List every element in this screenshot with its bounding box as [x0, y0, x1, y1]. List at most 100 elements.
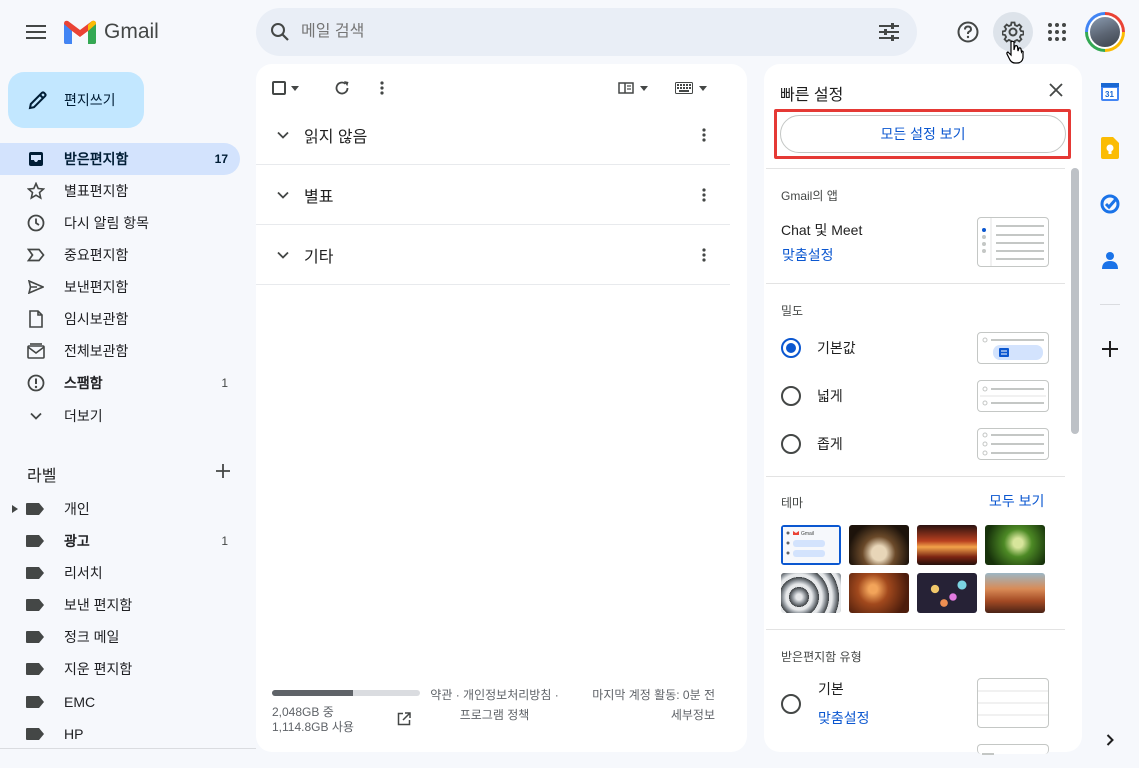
divider	[0, 748, 256, 749]
section-more-icon[interactable]	[696, 187, 712, 202]
radio-unselected-icon[interactable]	[781, 694, 801, 714]
nav-item-starred[interactable]: 별표편지함	[0, 175, 240, 207]
search-input[interactable]	[301, 23, 877, 41]
show-side-panel-button[interactable]	[1099, 729, 1121, 751]
section-title: 읽지 않음	[304, 128, 368, 146]
help-button[interactable]	[948, 12, 988, 52]
refresh-button[interactable]	[332, 78, 352, 98]
label-item[interactable]: HP	[0, 718, 240, 750]
theme-bubbles-thumbnail[interactable]	[917, 573, 977, 613]
nav-item-snoozed[interactable]: 다시 알림 항목	[0, 207, 240, 239]
nav-label: 전체보관함	[64, 343, 129, 359]
density-option-default[interactable]: 기본값	[781, 336, 856, 360]
label-item[interactable]: EMC	[0, 686, 240, 718]
scrollbar-thumb[interactable]	[1071, 168, 1079, 434]
label-item[interactable]: 지운 편지함	[0, 653, 240, 685]
search-bar[interactable]	[256, 8, 917, 56]
nav-item-sent[interactable]: 보낸편지함	[0, 271, 240, 303]
add-label-button[interactable]	[212, 460, 234, 482]
density-label: 기본값	[817, 340, 856, 356]
inbox-type-radio[interactable]	[781, 694, 801, 714]
density-option-comfortable[interactable]: 넓게	[781, 384, 843, 408]
label-tag-icon	[26, 727, 44, 741]
footer-links-line[interactable]: 프로그램 정책	[422, 705, 567, 725]
label-name: 보낸 편지함	[64, 597, 133, 613]
inbox-type-preview[interactable]	[977, 678, 1049, 728]
theme-chess-thumbnail[interactable]	[849, 525, 909, 565]
chevron-down-icon[interactable]	[276, 251, 290, 259]
more-vert-icon	[380, 81, 384, 95]
nav-item-important[interactable]: 중요편지함	[0, 239, 240, 271]
inbox-section-unread[interactable]: 읽지 않음	[256, 105, 730, 165]
close-button[interactable]	[1046, 80, 1066, 100]
details-link[interactable]: 세부정보	[570, 705, 715, 725]
nav-item-all-mail[interactable]: 전체보관함	[0, 335, 240, 367]
label-item[interactable]: 광고 1	[0, 525, 240, 557]
radio-unselected-icon[interactable]	[781, 434, 801, 454]
density-heading: 밀도	[781, 304, 804, 318]
density-default-preview[interactable]	[977, 332, 1049, 364]
svg-text:31: 31	[1105, 90, 1114, 99]
compose-button[interactable]: 편지쓰기	[8, 72, 144, 128]
main-menu-button[interactable]	[18, 16, 54, 48]
chevron-down-icon[interactable]	[276, 191, 290, 199]
calendar-icon[interactable]: 31	[1099, 81, 1121, 103]
theme-leaf-thumbnail[interactable]	[985, 525, 1045, 565]
account-avatar[interactable]	[1085, 12, 1125, 52]
density-option-compact[interactable]: 좁게	[781, 432, 843, 456]
more-options-button[interactable]	[372, 78, 392, 98]
select-all-checkbox[interactable]	[272, 78, 312, 98]
footer-policy-links[interactable]: 약관 · 개인정보처리방침 · 프로그램 정책	[422, 685, 567, 725]
label-tag-icon	[26, 566, 44, 580]
nav-item-inbox[interactable]: 받은편지함 17	[0, 143, 240, 175]
tasks-icon[interactable]	[1099, 193, 1121, 215]
nav-label: 스팸함	[64, 375, 103, 391]
chevron-down-icon	[26, 406, 46, 426]
label-item[interactable]: 정크 메일	[0, 621, 240, 653]
caret-down-icon	[640, 85, 648, 91]
theme-pipes-thumbnail[interactable]	[781, 573, 841, 613]
search-icon[interactable]	[268, 20, 292, 44]
inbox-type-preview-next[interactable]	[977, 744, 1049, 755]
hand-cursor-icon	[1006, 40, 1024, 64]
themes-view-all-link[interactable]: 모두 보기	[989, 491, 1044, 511]
radio-unselected-icon[interactable]	[781, 386, 801, 406]
inbox-section-starred[interactable]: 별표	[256, 165, 730, 225]
chat-customize-link[interactable]: 맞춤설정	[782, 245, 834, 265]
section-more-icon[interactable]	[696, 247, 712, 262]
radio-selected-icon[interactable]	[781, 338, 801, 358]
google-apps-button[interactable]	[1037, 12, 1077, 52]
label-item[interactable]: 개인	[0, 493, 240, 525]
chat-layout-preview[interactable]	[977, 217, 1049, 267]
chat-meet-title: Chat 및 Meet	[781, 222, 863, 238]
split-pane-toggle[interactable]	[618, 78, 658, 98]
theme-autumn-thumbnail[interactable]	[849, 573, 909, 613]
density-compact-preview[interactable]	[977, 428, 1049, 460]
label-item[interactable]: 보낸 편지함	[0, 589, 240, 621]
chevron-down-icon[interactable]	[276, 131, 290, 139]
theme-canyon-thumbnail[interactable]	[917, 525, 977, 565]
nav-item-spam[interactable]: 스팸함 1	[0, 367, 240, 399]
inbox-customize-link[interactable]: 맞춤설정	[818, 708, 870, 728]
expand-caret-icon[interactable]	[12, 505, 26, 513]
search-options-icon[interactable]	[877, 20, 901, 44]
density-comfortable-preview[interactable]	[977, 380, 1049, 412]
theme-default-thumbnail[interactable]: Gmail	[781, 525, 841, 565]
label-name: 개인	[64, 501, 90, 517]
footer-links-line[interactable]: 약관 · 개인정보처리방침 ·	[422, 685, 567, 705]
inbox-section-other[interactable]: 기타	[256, 225, 730, 285]
input-tools-toggle[interactable]	[675, 78, 715, 98]
gmail-logo[interactable]: Gmail	[64, 17, 159, 47]
spam-icon	[26, 373, 46, 393]
label-item[interactable]: 리서치	[0, 557, 240, 589]
nav-item-more[interactable]: 더보기	[0, 400, 240, 432]
pencil-icon	[26, 88, 50, 112]
keep-icon[interactable]	[1099, 137, 1121, 159]
nav-item-drafts[interactable]: 임시보관함	[0, 303, 240, 335]
theme-desert-thumbnail[interactable]	[985, 573, 1045, 613]
get-addons-button[interactable]	[1099, 338, 1121, 360]
see-all-settings-button[interactable]: 모든 설정 보기	[780, 115, 1066, 153]
open-external-icon[interactable]	[397, 712, 411, 726]
contacts-icon[interactable]	[1099, 249, 1121, 271]
section-more-icon[interactable]	[696, 127, 712, 142]
